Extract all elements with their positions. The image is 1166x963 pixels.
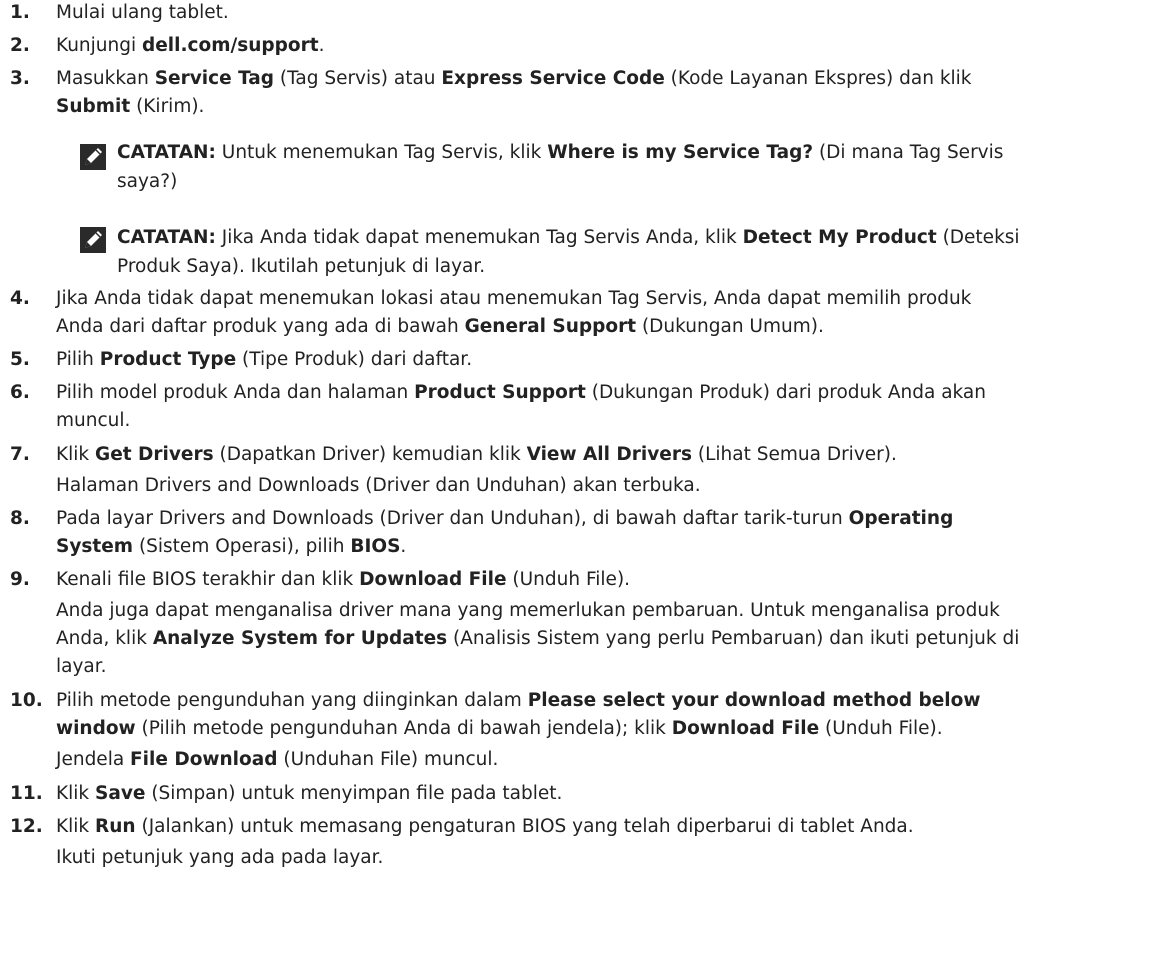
step-text-line-1: Masukkan Service Tag (Tag Servis) atau E…: [56, 68, 972, 89]
step-number: 1.: [10, 2, 30, 23]
step-text-line-1: Pilih metode pengunduhan yang diinginkan…: [56, 690, 981, 711]
step-subtext: Jendela File Download (Unduhan File) mun…: [56, 749, 499, 770]
step-text: Kenali file BIOS terakhir dan klik Downl…: [56, 569, 631, 590]
note-text-line-1: CATATAN: Jika Anda tidak dapat menemukan…: [117, 227, 1020, 248]
step-text: Kunjungi dell.com/support.: [56, 35, 325, 56]
note-text-line-2: saya?): [117, 171, 178, 192]
step-text-line-2: window (Pilih metode pengunduhan Anda di…: [56, 718, 943, 739]
step-number: 10.: [10, 690, 43, 711]
step-text: Klik Run (Jalankan) untuk memasang penga…: [56, 816, 914, 837]
step-number: 6.: [10, 382, 30, 403]
step-text-line-2: Anda dari daftar produk yang ada di bawa…: [56, 316, 824, 337]
step-text-line-2: Submit (Kirim).: [56, 96, 205, 117]
step-number: 3.: [10, 68, 30, 89]
step-number: 4.: [10, 288, 30, 309]
step-text-line-2: muncul.: [56, 410, 131, 431]
note-text-line-2: Produk Saya). Ikutilah petunjuk di layar…: [117, 256, 486, 277]
step-subtext-line-3: layar.: [56, 656, 107, 677]
step-text-line-1: Pilih model produk Anda dan halaman Prod…: [56, 382, 986, 403]
step-number: 5.: [10, 349, 30, 370]
step-number: 11.: [10, 783, 43, 804]
step-text-line-1: Jika Anda tidak dapat menemukan lokasi a…: [56, 288, 972, 309]
note-text-line-1: CATATAN: Untuk menemukan Tag Servis, kli…: [117, 142, 1004, 163]
step-text-line-1: Pada layar Drivers and Downloads (Driver…: [56, 508, 954, 529]
note-label: CATATAN:: [117, 227, 216, 248]
step-subtext: Halaman Drivers and Downloads (Driver da…: [56, 475, 701, 496]
step-number: 9.: [10, 569, 30, 590]
step-subtext-line-1: Anda juga dapat menganalisa driver mana …: [56, 600, 1000, 621]
step-text: Mulai ulang tablet.: [56, 2, 229, 23]
step-text: Pilih Product Type (Tipe Produk) dari da…: [56, 349, 473, 370]
step-subtext-line-2: Anda, klik Analyze System for Updates (A…: [56, 628, 1020, 649]
support-url: dell.com/support: [142, 35, 319, 56]
pencil-note-icon: [80, 227, 106, 253]
step-number: 2.: [10, 35, 30, 56]
step-number: 8.: [10, 508, 30, 529]
step-number: 7.: [10, 444, 30, 465]
step-text: Klik Save (Simpan) untuk menyimpan file …: [56, 783, 563, 804]
step-subtext: Ikuti petunjuk yang ada pada layar.: [56, 847, 384, 868]
note-label: CATATAN:: [117, 142, 216, 163]
step-number: 12.: [10, 816, 43, 837]
step-text-line-2: System (Sistem Operasi), pilih BIOS.: [56, 536, 407, 557]
pencil-note-icon: [80, 144, 106, 170]
step-text: Klik Get Drivers (Dapatkan Driver) kemud…: [56, 444, 897, 465]
